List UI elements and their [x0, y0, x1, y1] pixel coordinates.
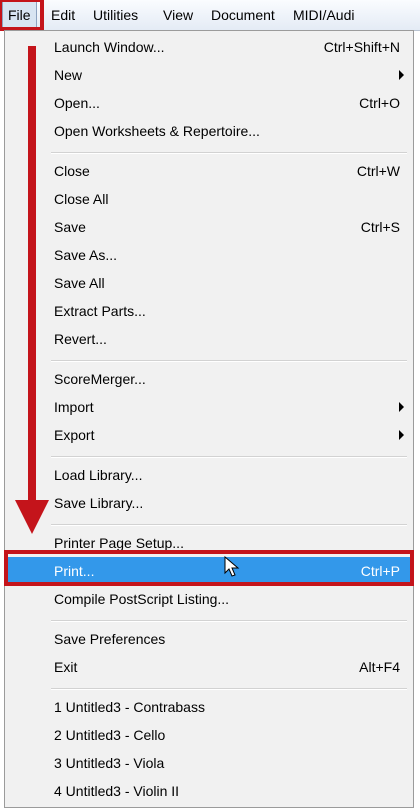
menu-item-shortcut: Alt+F4: [359, 659, 400, 675]
menu-item-shortcut: Ctrl+Shift+N: [323, 39, 400, 55]
menu-item-shortcut: Ctrl+O: [359, 95, 400, 111]
menu-item-launch-window[interactable]: Launch Window... Ctrl+Shift+N: [6, 33, 412, 61]
menu-item-shortcut: Ctrl+S: [360, 219, 400, 235]
menu-separator: [51, 620, 407, 622]
menu-item-scoremerger[interactable]: ScoreMerger...: [6, 365, 412, 393]
menu-item-label: Import: [54, 399, 94, 415]
menu-document[interactable]: Document: [206, 0, 280, 30]
menu-view[interactable]: View: [158, 0, 198, 30]
menu-item-open-worksheets[interactable]: Open Worksheets & Repertoire...: [6, 117, 412, 145]
menu-item-recent-4[interactable]: 4 Untitled3 - Violin II: [6, 777, 412, 805]
submenu-arrow-icon: [399, 430, 404, 440]
menu-item-label: 4 Untitled3 - Violin II: [54, 783, 180, 799]
menu-item-label: Save: [54, 219, 86, 235]
menu-utilities[interactable]: Utilities: [88, 0, 143, 30]
menu-item-revert[interactable]: Revert...: [6, 325, 412, 353]
menu-item-load-library[interactable]: Load Library...: [6, 461, 412, 489]
menu-item-label: Open...: [54, 95, 100, 111]
menu-item-extract-parts[interactable]: Extract Parts...: [6, 297, 412, 325]
menu-item-save-as[interactable]: Save As...: [6, 241, 412, 269]
menu-item-label: Compile PostScript Listing...: [54, 591, 230, 607]
menu-item-label: Close All: [54, 191, 109, 207]
menu-item-recent-1[interactable]: 1 Untitled3 - Contrabass: [6, 693, 412, 721]
menu-item-label: 1 Untitled3 - Contrabass: [54, 699, 205, 715]
print-annotation-box: [4, 550, 414, 586]
menu-item-label: Save Preferences: [54, 631, 166, 647]
menu-item-label: Launch Window...: [54, 39, 165, 55]
menu-item-recent-3[interactable]: 3 Untitled3 - Viola: [6, 749, 412, 777]
menu-bar: File Edit Utilities View Document MIDI/A…: [0, 0, 420, 31]
menu-item-label: Exit: [54, 659, 78, 675]
mouse-pointer-icon: [224, 556, 240, 577]
submenu-arrow-icon: [399, 70, 404, 80]
menu-item-label: Revert...: [54, 331, 107, 347]
menu-separator: [51, 688, 407, 690]
menu-separator: [51, 152, 407, 154]
menu-item-exit[interactable]: Exit Alt+F4: [6, 653, 412, 681]
menu-item-label: ScoreMerger...: [54, 371, 146, 387]
file-annotation-box: [0, 0, 44, 31]
menu-edit[interactable]: Edit: [46, 0, 80, 30]
submenu-arrow-icon: [399, 402, 404, 412]
menu-item-recent-2[interactable]: 2 Untitled3 - Cello: [6, 721, 412, 749]
menu-item-save-preferences[interactable]: Save Preferences: [6, 625, 412, 653]
menu-item-new[interactable]: New: [6, 61, 412, 89]
menu-item-label: Open Worksheets & Repertoire...: [54, 123, 260, 139]
menu-item-label: Export: [54, 427, 95, 443]
menu-item-label: Load Library...: [54, 467, 143, 483]
menu-item-save-all[interactable]: Save All: [6, 269, 412, 297]
menu-separator: [51, 524, 407, 526]
menu-item-label: 2 Untitled3 - Cello: [54, 727, 166, 743]
menu-item-label: Close: [54, 163, 90, 179]
menu-item-save[interactable]: Save Ctrl+S: [6, 213, 412, 241]
menu-separator: [51, 456, 407, 458]
menu-item-label: Save As...: [54, 247, 118, 263]
annotation-arrow-shaft: [28, 46, 36, 508]
menu-item-label: Save Library...: [54, 495, 144, 511]
menu-item-open[interactable]: Open... Ctrl+O: [6, 89, 412, 117]
menu-separator: [51, 360, 407, 362]
menu-item-label: Extract Parts...: [54, 303, 146, 319]
menu-item-label: New: [54, 67, 83, 83]
menu-item-export[interactable]: Export: [6, 421, 412, 449]
menu-midi-audio[interactable]: MIDI/Audi: [288, 0, 359, 30]
menu-item-label: Save All: [54, 275, 105, 291]
menu-item-label: 3 Untitled3 - Viola: [54, 755, 165, 771]
annotation-arrow-head: [15, 500, 49, 534]
menu-item-close[interactable]: Close Ctrl+W: [6, 157, 412, 185]
menu-item-save-library[interactable]: Save Library...: [6, 489, 412, 517]
menu-item-close-all[interactable]: Close All: [6, 185, 412, 213]
menu-item-shortcut: Ctrl+W: [356, 163, 400, 179]
menu-item-import[interactable]: Import: [6, 393, 412, 421]
menu-item-compile-postscript[interactable]: Compile PostScript Listing...: [6, 585, 412, 613]
file-menu-dropdown: Launch Window... Ctrl+Shift+N New Open...…: [4, 30, 414, 808]
